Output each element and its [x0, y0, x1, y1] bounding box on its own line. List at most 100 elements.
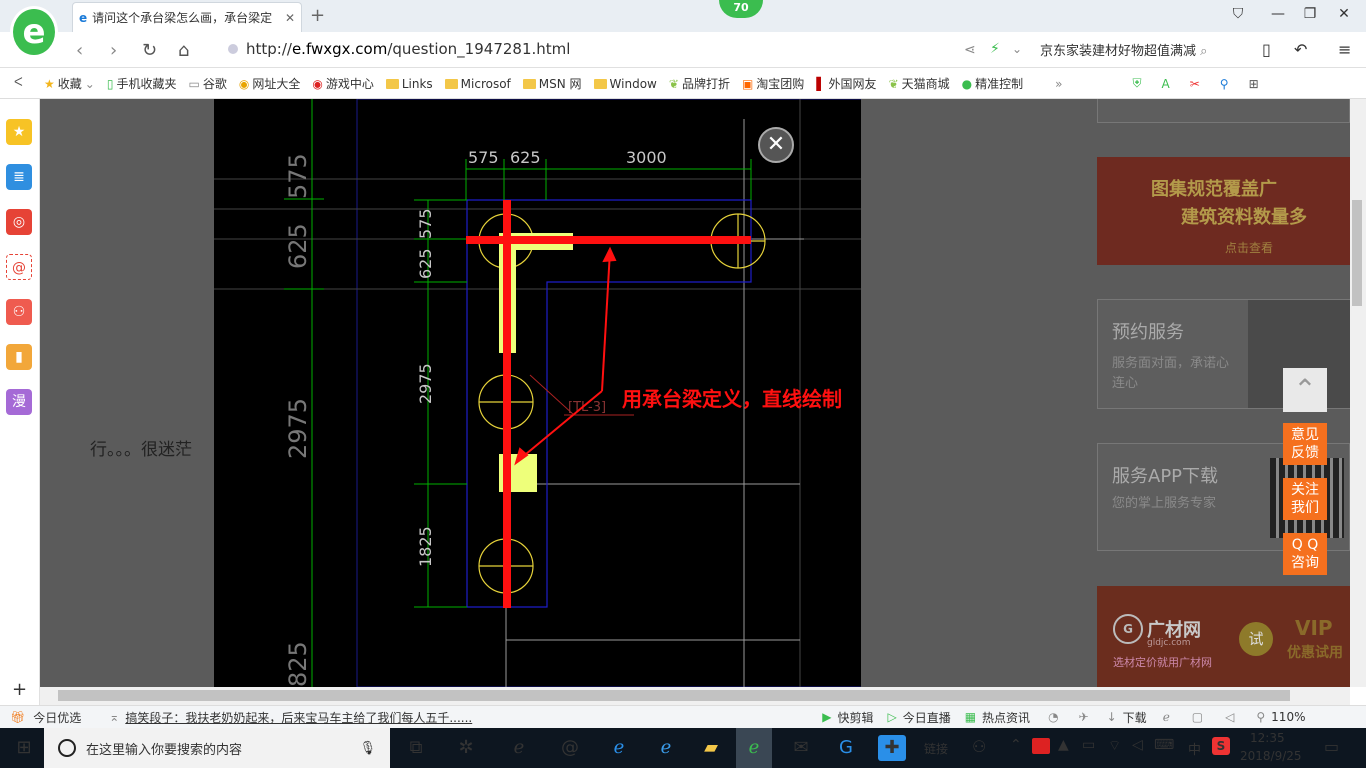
bookmark-item[interactable]: ▯ 手机收藏夹: [107, 75, 177, 92]
action-center-icon[interactable]: ▭: [1324, 737, 1339, 756]
swirl-app-icon[interactable]: @: [556, 735, 584, 761]
ie-icon[interactable]: ℯ: [652, 735, 680, 761]
bookmark-item[interactable]: ▌ 外国网友: [816, 75, 876, 92]
bookmark-item[interactable]: ❦ 品牌打折: [669, 75, 730, 92]
close-window-button[interactable]: ✕: [1334, 6, 1354, 24]
minimize-button[interactable]: —: [1268, 6, 1288, 24]
bookmark-item[interactable]: Links: [385, 77, 433, 91]
search-input[interactable]: 京东家装建材好物超值满减 ⌕: [1040, 40, 1207, 59]
chevron-up-icon[interactable]: ⌃: [1010, 737, 1022, 753]
restore-button[interactable]: ❐: [1300, 6, 1320, 24]
speed-icon[interactable]: ⚡: [990, 41, 1000, 57]
add-icon[interactable]: +: [12, 679, 27, 700]
phone-icon[interactable]: ▯: [1262, 40, 1271, 59]
bookmark-item[interactable]: ◉ 网址大全: [239, 75, 301, 92]
battery-icon[interactable]: ▭: [1082, 737, 1095, 753]
active-browser-icon[interactable]: ℯ: [736, 728, 772, 768]
forward-icon[interactable]: ›: [110, 40, 117, 61]
sogou-icon[interactable]: S: [1212, 737, 1230, 755]
horizontal-scroll-thumb[interactable]: [58, 690, 1290, 701]
bookmark-item[interactable]: ▭ 谷歌: [188, 75, 226, 92]
plus-app-icon[interactable]: ✚: [878, 735, 906, 761]
home-icon[interactable]: ⌂: [178, 40, 189, 61]
speedometer-icon[interactable]: ◔: [1048, 710, 1058, 724]
new-tab-button[interactable]: +: [310, 5, 325, 26]
tab-close-icon[interactable]: ✕: [285, 11, 295, 25]
keyboard-icon[interactable]: ⌨: [1154, 737, 1174, 753]
menu-icon[interactable]: ≡: [1338, 40, 1351, 59]
browser-logo[interactable]: e: [10, 6, 58, 58]
gamepad-icon[interactable]: ⚇: [6, 299, 32, 325]
wifi-icon[interactable]: ⌔: [1108, 737, 1121, 755]
bookmark-item[interactable]: ★ 收藏 ⌄: [44, 75, 95, 92]
today-live[interactable]: 今日直播: [903, 709, 951, 726]
mail-task-icon[interactable]: ✉: [787, 735, 815, 761]
shield-icon[interactable]: ⛨: [1132, 76, 1141, 91]
windows-start-icon[interactable]: ⊞: [10, 735, 38, 761]
tray-red-icon[interactable]: [1032, 738, 1050, 754]
bookmark-item[interactable]: Window: [593, 77, 657, 91]
mail-icon[interactable]: @: [6, 254, 32, 280]
quick-clip[interactable]: 快剪辑: [837, 709, 873, 726]
edge-icon[interactable]: ℯ: [605, 735, 633, 761]
back-icon[interactable]: ‹: [76, 40, 83, 61]
ime-indicator[interactable]: 中: [1188, 739, 1201, 758]
ie-mode-icon[interactable]: ℯ: [1163, 710, 1170, 724]
volume-icon[interactable]: ◁: [1132, 737, 1143, 753]
bookmark-item[interactable]: ▣ 淘宝团购: [742, 75, 804, 92]
bookmark-item[interactable]: Microsof: [444, 77, 511, 91]
clock-date[interactable]: 2018/9/25: [1240, 749, 1302, 763]
ad-banner-atlas[interactable]: 图集规范覆盖广 建筑资料数量多 点击查看: [1097, 157, 1350, 265]
taskbar-search[interactable]: 在这里输入你要搜索的内容 🎙︎: [44, 728, 390, 768]
taskbar-link[interactable]: 链接: [924, 740, 948, 757]
url-field[interactable]: http://e.fwxgx.com/question_1947281.html: [246, 40, 570, 58]
translate-icon[interactable]: A: [1162, 77, 1170, 91]
page-info-icon[interactable]: [228, 44, 238, 54]
follow-button[interactable]: 关注我们: [1283, 478, 1327, 520]
browser-e-icon[interactable]: ℯ: [505, 735, 533, 761]
ad-view-button[interactable]: 点击查看: [1225, 239, 1273, 256]
zoom-level[interactable]: 110%: [1271, 710, 1305, 724]
magnify-icon[interactable]: ⚲: [1220, 77, 1229, 91]
bookmark-item[interactable]: ❦ 天猫商城: [889, 75, 950, 92]
undo-icon[interactable]: ↶: [1294, 40, 1307, 59]
qq-consult-button[interactable]: Q Q 咨询: [1283, 533, 1327, 575]
task-view-icon[interactable]: ⧉: [402, 735, 430, 761]
sidebar-toggle-icon[interactable]: ᐸ: [14, 75, 23, 89]
comic-icon[interactable]: 漫: [6, 389, 32, 415]
favorites-icon[interactable]: ★: [6, 119, 32, 145]
tab-active[interactable]: e 请问这个承台梁怎么画，承台梁定 ✕: [72, 2, 302, 32]
downloads[interactable]: 下载: [1123, 709, 1147, 726]
news-ticker[interactable]: 搞笑段子：我扶老奶奶起来，后来宝马车主给了我们每人五千......: [125, 709, 472, 726]
notification-bell-icon[interactable]: ▲: [1058, 737, 1069, 753]
weibo-icon[interactable]: ◎: [6, 209, 32, 235]
bookmark-item[interactable]: MSN 网: [522, 75, 582, 92]
microphone-icon[interactable]: 🎙︎: [359, 741, 376, 756]
book-icon[interactable]: ▮: [6, 344, 32, 370]
vertical-scroll-thumb[interactable]: [1352, 200, 1362, 306]
grid-icon[interactable]: ⊞: [1249, 77, 1259, 91]
chevron-down-icon[interactable]: ⌄: [1012, 42, 1022, 56]
hot-news[interactable]: 热点资讯: [982, 709, 1030, 726]
app-fan-icon[interactable]: ✲: [452, 735, 480, 761]
scissors-icon[interactable]: ✂: [1190, 77, 1200, 91]
bookmark-item[interactable]: ● 精准控制: [962, 75, 1024, 92]
file-explorer-icon[interactable]: ▰: [697, 735, 725, 761]
window-icon[interactable]: ▢: [1192, 710, 1203, 724]
more-bookmarks-icon[interactable]: »: [1055, 77, 1062, 91]
share-icon[interactable]: ⋖: [964, 42, 976, 58]
bookmark-item[interactable]: ◉ 游戏中心: [312, 75, 374, 92]
ad-banner-gldjc[interactable]: G 广材网 gldjc.com 选材定价就用广材网 试 VIP 优惠试用: [1097, 586, 1350, 687]
back-to-top-button[interactable]: ⌃: [1283, 368, 1327, 412]
feedback-button[interactable]: 意见反馈: [1283, 423, 1327, 465]
news-icon[interactable]: ≣: [6, 164, 32, 190]
refresh-icon[interactable]: ↻: [142, 40, 157, 61]
g-app-icon[interactable]: G: [832, 735, 860, 761]
vertical-scrollbar[interactable]: [1350, 99, 1366, 687]
skin-icon[interactable]: ⛉: [1228, 6, 1248, 24]
today-picks[interactable]: 今日优选: [33, 709, 81, 726]
pin-icon[interactable]: ✈: [1079, 710, 1089, 724]
close-image-button[interactable]: ✕: [758, 127, 794, 163]
clock-time[interactable]: 12:35: [1250, 731, 1285, 745]
person-icon[interactable]: ⚇: [972, 737, 986, 756]
